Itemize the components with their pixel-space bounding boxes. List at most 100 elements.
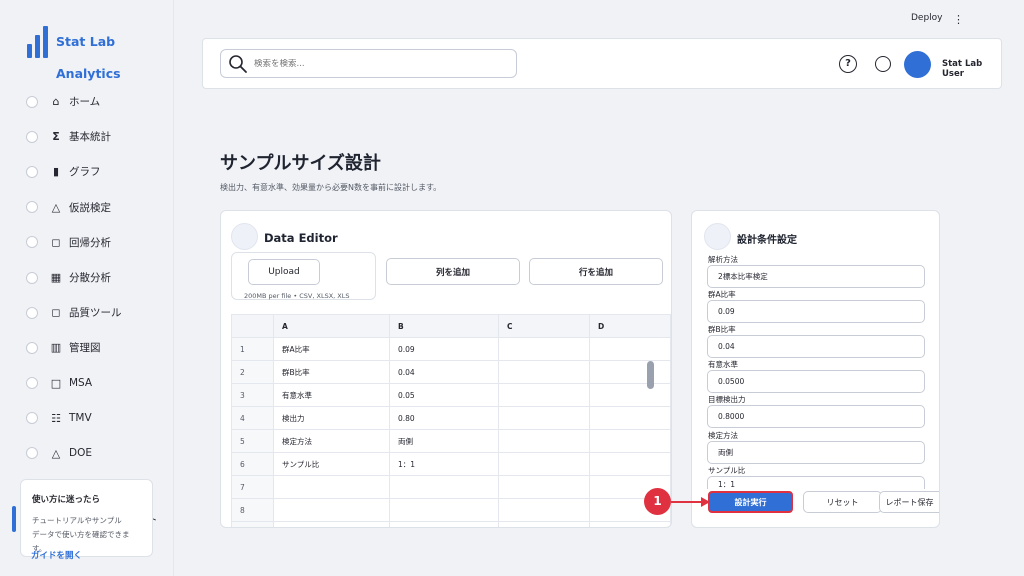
row-index: 1: [231, 337, 274, 361]
brand-logo[interactable]: Stat Lab Analytics: [27, 26, 173, 81]
sample-ratio-input[interactable]: 1：1: [707, 476, 925, 489]
file-dropzone[interactable]: Upload 200MB per file • CSV, XLSX, XLS: [231, 252, 376, 300]
cell[interactable]: [589, 521, 671, 527]
target-power-label: 目標検出力: [708, 395, 746, 404]
square-icon: ◻: [51, 235, 61, 249]
cell[interactable]: [273, 475, 390, 499]
row-index: 9: [231, 521, 274, 527]
kebab-menu-icon[interactable]: ⋮: [953, 13, 964, 26]
sidebar-item-doe[interactable]: △ DOE: [26, 436, 122, 471]
row-index: 3: [231, 383, 274, 407]
cell[interactable]: [273, 498, 390, 522]
significance-level-label: 有意水準: [708, 360, 738, 369]
radio-icon: [26, 201, 38, 214]
cell[interactable]: 0.80: [389, 406, 499, 430]
search-input[interactable]: [254, 58, 504, 69]
bar-chart-icon: ▮: [52, 165, 60, 179]
run-design-button[interactable]: 設計実行: [708, 491, 793, 513]
add-column-button[interactable]: 列を追加: [386, 258, 520, 285]
scrollbar-thumb[interactable]: [647, 361, 654, 389]
sidebar-item-tmv[interactable]: ☷ TMV: [26, 401, 122, 436]
radio-icon: [26, 341, 38, 354]
sidebar-item-label: 回帰分析: [69, 236, 111, 249]
sidebar-item-label: 分散分析: [69, 272, 111, 285]
grid-icon: ▦: [50, 271, 62, 285]
search-box[interactable]: [220, 49, 517, 78]
help-icon[interactable]: ?: [839, 55, 857, 73]
cell[interactable]: [498, 383, 590, 407]
row-index: 7: [231, 475, 274, 499]
sidebar-item-graph[interactable]: ▮ グラフ: [26, 154, 122, 189]
group-b-ratio-input[interactable]: 0.04: [707, 335, 925, 358]
add-row-button[interactable]: 行を追加: [529, 258, 663, 285]
cell[interactable]: [589, 337, 671, 361]
bar-chart-logo-icon: [27, 26, 48, 58]
cell[interactable]: [389, 475, 499, 499]
sidebar-item-regression[interactable]: ◻ 回帰分析: [26, 225, 122, 260]
sidebar-item-home[interactable]: ⌂ ホーム: [26, 84, 122, 119]
cell[interactable]: [589, 383, 671, 407]
significance-level-input[interactable]: 0.0500: [707, 370, 925, 393]
avatar[interactable]: [904, 51, 931, 78]
cell[interactable]: [589, 406, 671, 430]
cell[interactable]: [498, 452, 590, 476]
analysis-method-select[interactable]: 2標本比率検定: [707, 265, 925, 288]
cell[interactable]: [589, 452, 671, 476]
group-a-ratio-input[interactable]: 0.09: [707, 300, 925, 323]
sidebar-item-quality-tools[interactable]: ◻ 品質ツール: [26, 295, 122, 330]
cell[interactable]: [273, 521, 390, 527]
test-method-select[interactable]: 両側: [707, 441, 925, 464]
save-report-button[interactable]: レポート保存: [879, 491, 939, 513]
cell[interactable]: [589, 360, 671, 384]
cell[interactable]: [498, 429, 590, 453]
cell[interactable]: [498, 475, 590, 499]
cell[interactable]: [498, 360, 590, 384]
cell[interactable]: 群A比率: [273, 337, 390, 361]
column-header-a[interactable]: A: [273, 314, 390, 338]
annotation-arrow-icon: [671, 497, 710, 507]
cell[interactable]: [589, 429, 671, 453]
open-guide-link[interactable]: ガイドを開く: [31, 549, 82, 561]
cell[interactable]: [498, 498, 590, 522]
cell[interactable]: サンプル比: [273, 452, 390, 476]
table-row: 6 サンプル比 1：1: [231, 452, 671, 476]
column-header-c[interactable]: C: [498, 314, 590, 338]
cell[interactable]: [498, 337, 590, 361]
sidebar-item-label: ホーム: [69, 96, 101, 109]
cell[interactable]: [389, 521, 499, 527]
cell[interactable]: 検出力: [273, 406, 390, 430]
sidebar-item-hypothesis-test[interactable]: △ 仮説検定: [26, 190, 122, 225]
sidebar-item-anova[interactable]: ▦ 分散分析: [26, 260, 122, 295]
target-power-input[interactable]: 0.8000: [707, 405, 925, 428]
cell[interactable]: 検定方法: [273, 429, 390, 453]
upload-button[interactable]: Upload: [248, 259, 320, 285]
grid-corner: [231, 314, 274, 338]
sidebar-item-msa[interactable]: □ MSA: [26, 366, 122, 401]
triangle-icon: △: [51, 200, 61, 214]
theme-toggle-icon[interactable]: [875, 56, 891, 72]
cell[interactable]: [389, 498, 499, 522]
upload-note: 200MB per file • CSV, XLSX, XLS: [244, 292, 350, 300]
cell[interactable]: 群B比率: [273, 360, 390, 384]
sidebar-item-control-chart[interactable]: ▥ 管理図: [26, 330, 122, 365]
sidebar-item-label: 基本統計: [69, 131, 111, 144]
page-title: サンプルサイズ設計: [220, 153, 381, 174]
cell[interactable]: 0.04: [389, 360, 499, 384]
cell[interactable]: 0.05: [389, 383, 499, 407]
cell[interactable]: 1：1: [389, 452, 499, 476]
analysis-method-label: 解析方法: [708, 255, 738, 264]
cell[interactable]: [498, 521, 590, 527]
group-a-ratio-label: 群A比率: [708, 290, 736, 299]
cell[interactable]: [498, 406, 590, 430]
radio-icon: [26, 377, 38, 390]
column-header-b[interactable]: B: [389, 314, 499, 338]
cell[interactable]: 両側: [389, 429, 499, 453]
deploy-button[interactable]: Deploy: [911, 13, 943, 23]
cell[interactable]: 有意水準: [273, 383, 390, 407]
table-row: 3 有意水準 0.05: [231, 383, 671, 407]
column-header-d[interactable]: D: [589, 314, 671, 338]
reset-button[interactable]: リセット: [803, 491, 882, 513]
sidebar-item-basic-stats[interactable]: Σ 基本統計: [26, 119, 122, 154]
sidebar-item-label: グラフ: [69, 166, 101, 179]
cell[interactable]: 0.09: [389, 337, 499, 361]
